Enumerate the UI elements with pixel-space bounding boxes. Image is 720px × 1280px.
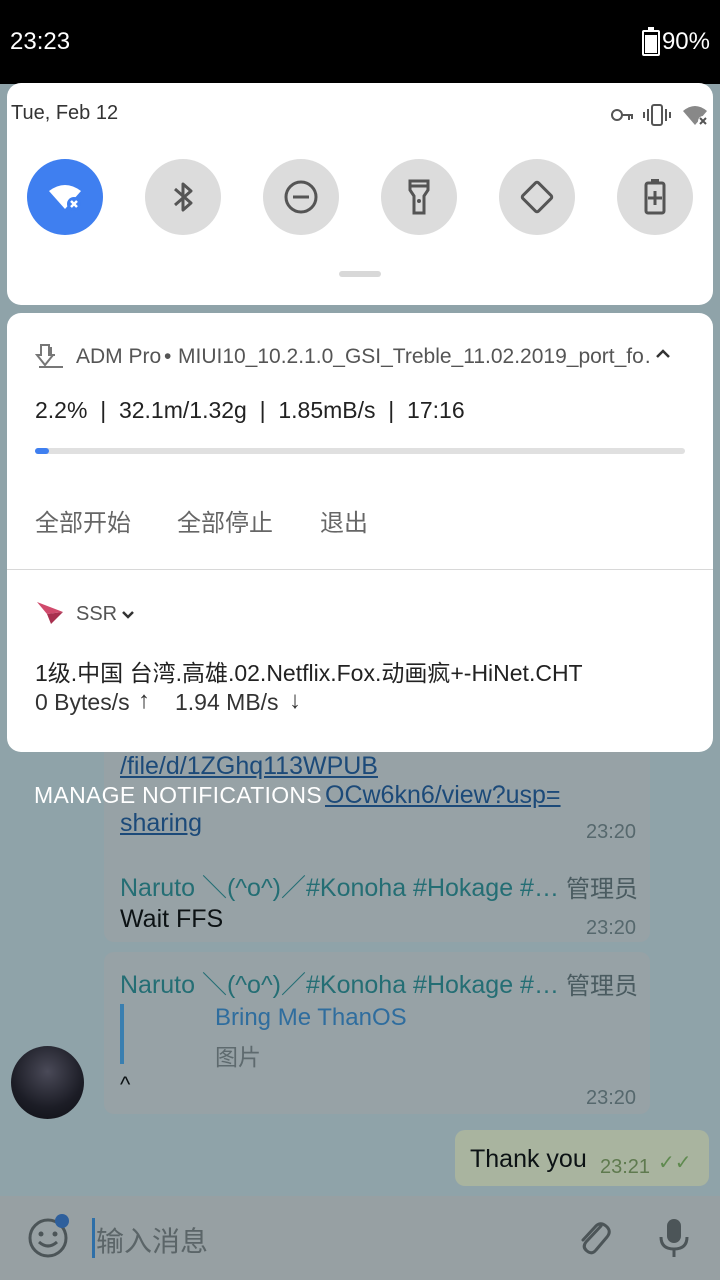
wifi-off-icon [49,185,81,211]
vpn-key-icon [611,105,635,130]
bluetooth-icon [174,182,193,212]
download-stats: 2.2% | 32.1m/1.32g | 1.85mB/s | 17:16 [35,397,465,423]
do-not-disturb-icon [284,180,318,214]
message-time: 23:20 [586,821,637,843]
admin-badge: 管理员 [566,876,638,903]
download-speed: 1.94 MB/s [175,689,279,715]
drag-handle[interactable] [339,271,381,277]
start-all-button[interactable]: 全部开始 [35,503,131,538]
avatar[interactable] [11,1046,84,1119]
message-time: 23:20 [586,1087,637,1109]
file-name: MIUI10_10.2.1.0_GSI_Treble_11.02.2019_po… [178,345,652,368]
message-time: 23:21 [600,1156,651,1178]
status-bar: 23:23 90% [0,0,720,84]
message-link[interactable]: sharing [120,809,202,838]
text-cursor [92,1218,95,1258]
admin-badge: 管理员 [566,973,638,1000]
ssr-notification[interactable]: SSR 1级.中国 台湾.高雄.02.Netflix.Fox.动画疯+-HiNe… [7,570,713,752]
message-sender[interactable]: Naruto ＼(^o^)／#Konoha #Hokage #… [120,965,560,1001]
arrow-up-icon: ↑ [138,687,150,714]
do-not-disturb-tile[interactable] [263,159,339,235]
upload-speed: 0 Bytes/s [35,689,130,715]
message-text: Wait FFS [120,905,224,933]
message-input-bar: 输入消息 [0,1196,720,1280]
message-link[interactable]: /file/d/1ZGhq113WPUB [120,752,378,781]
message-input[interactable]: 输入消息 [96,1220,208,1260]
message-text: ^ [120,1072,131,1097]
paper-plane-icon [35,598,65,631]
attach-icon[interactable] [574,1216,614,1265]
message-time: 23:20 [586,917,637,939]
vibrate-icon [643,103,671,132]
bluetooth-tile[interactable] [145,159,221,235]
arrow-down-icon: ↓ [289,687,301,714]
reply-name[interactable]: Bring Me ThanOS [215,1004,407,1032]
download-progress [35,448,685,454]
date-label[interactable]: Tue, Feb 12 [11,102,118,125]
message-sender[interactable]: Naruto ＼(^o^)／#Konoha #Hokage #… [120,868,560,904]
app-name: SSR [76,603,118,625]
app-name: ADM Pro [76,345,162,368]
quick-settings-panel: Tue, Feb 12 [7,83,713,305]
battery-saver-icon [644,179,666,215]
battery-percent: 90% [661,28,710,55]
flashlight-icon [408,179,430,215]
adm-notification[interactable]: ADM Pro • MIUI10_10.2.1.0_GSI_Treble_11.… [7,313,713,569]
stop-all-button[interactable]: 全部停止 [177,503,273,538]
microphone-icon[interactable] [656,1216,692,1265]
read-checkmarks-icon: ✓✓ [658,1152,692,1174]
separator: • [164,345,172,368]
battery-saver-tile[interactable] [617,159,693,235]
notification-dot [55,1214,69,1228]
clock: 23:23 [10,28,71,55]
chevron-down-icon[interactable] [121,608,135,626]
progress-fill [35,448,50,454]
wifi-tile[interactable] [27,159,103,235]
battery-icon [642,27,660,56]
auto-rotate-tile[interactable] [499,159,575,235]
exit-button[interactable]: 退出 [320,503,368,538]
flashlight-tile[interactable] [381,159,457,235]
message-text: Thank you [470,1145,587,1173]
reply-bar [120,1004,124,1064]
reply-text: 图片 [215,1044,261,1070]
message-link[interactable]: OCw6kn6/view?usp= [325,781,561,810]
chevron-up-icon[interactable] [655,347,671,366]
wifi-off-icon [681,103,709,132]
server-name: 1级.中国 台湾.高雄.02.Netflix.Fox.动画疯+-HiNet.CH… [35,660,583,686]
auto-rotate-icon [520,180,554,214]
manage-notifications-button[interactable]: MANAGE NOTIFICATIONS [34,782,322,809]
download-app-icon [34,343,65,374]
notification-card: ADM Pro • MIUI10_10.2.1.0_GSI_Treble_11.… [7,313,713,752]
